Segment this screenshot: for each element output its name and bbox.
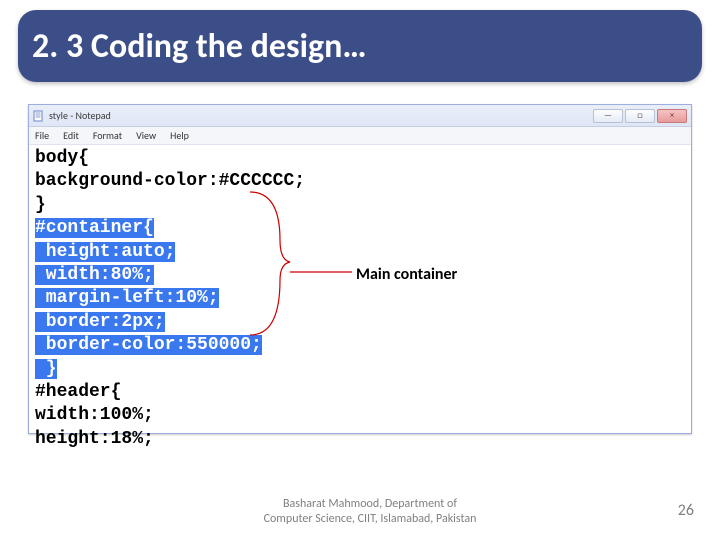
footer-line1: Basharat Mahmood, Department of [283, 497, 457, 511]
code-line: margin-left:10%; [35, 287, 685, 310]
slide-title: 2. 3 Coding the design… [32, 26, 367, 67]
page-number: 26 [678, 501, 694, 520]
footer-line2: Computer Science, CIIT, Islamabad, Pakis… [264, 512, 477, 526]
maximize-button[interactable]: □ [625, 109, 655, 123]
code-line: background-color:#CCCCCC; [35, 170, 685, 193]
menu-format[interactable]: Format [93, 129, 122, 142]
notepad-menubar: File Edit Format View Help [29, 127, 691, 145]
code-line: #container{ [35, 217, 685, 240]
code-line: body{ [35, 147, 685, 170]
code-line: width:100%; [35, 404, 685, 427]
minimize-button[interactable]: — [593, 109, 623, 123]
code-line: height:18%; [35, 428, 685, 451]
annotation-label: Main container [356, 265, 457, 284]
menu-file[interactable]: File [35, 129, 49, 142]
menu-edit[interactable]: Edit [63, 129, 79, 142]
menu-help[interactable]: Help [170, 129, 189, 142]
notepad-titlebar-left: style - Notepad [33, 109, 111, 122]
menu-view[interactable]: View [136, 129, 156, 142]
code-line: } [35, 358, 685, 381]
notepad-titlebar: style - Notepad — □ × [29, 105, 691, 127]
notepad-code-area[interactable]: body{background-color:#CCCCCC;}#containe… [29, 145, 691, 453]
notepad-icon [33, 110, 45, 122]
code-line: height:auto; [35, 241, 685, 264]
window-controls: — □ × [593, 109, 687, 123]
code-line: } [35, 194, 685, 217]
code-line: #header{ [35, 381, 685, 404]
slide-title-banner: 2. 3 Coding the design… [18, 10, 702, 82]
notepad-window-title: style - Notepad [49, 109, 111, 122]
footer-credit: Basharat Mahmood, Department of Computer… [240, 497, 500, 526]
close-button[interactable]: × [657, 109, 687, 123]
code-line: border:2px; [35, 311, 685, 334]
code-line: border-color:550000; [35, 334, 685, 357]
